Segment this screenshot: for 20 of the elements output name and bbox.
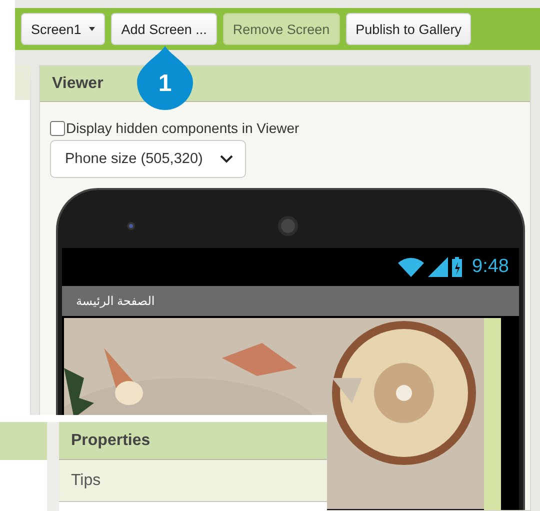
- toolbar-button[interactable]: Publish to Gallery: [346, 13, 472, 45]
- wifi-icon: [398, 257, 424, 277]
- screen-dropdown[interactable]: Screen1: [21, 13, 106, 45]
- step-badge: 1: [137, 46, 193, 110]
- panel-title: Viewer: [52, 74, 104, 92]
- clock-time: 9:48: [472, 256, 509, 278]
- speaker-icon: [277, 215, 299, 237]
- size-select[interactable]: Phone size (505,320): [50, 140, 246, 178]
- signal-icon: [428, 257, 448, 277]
- toolbar-button[interactable]: Add Screen ...: [111, 13, 217, 45]
- panel-title: Properties: [71, 432, 150, 450]
- screen-title: الصفحة الرئيسة: [76, 294, 155, 308]
- checkbox-label: Display hidden components in Viewer: [66, 120, 300, 136]
- chevron-icon: [220, 155, 233, 163]
- camera-icon: [126, 221, 136, 231]
- panel-header: [0, 422, 47, 460]
- checkbox[interactable]: [50, 120, 65, 136]
- properties-item[interactable]: Tips: [59, 460, 327, 502]
- caret-icon: [89, 27, 96, 31]
- battery-icon: [452, 257, 462, 277]
